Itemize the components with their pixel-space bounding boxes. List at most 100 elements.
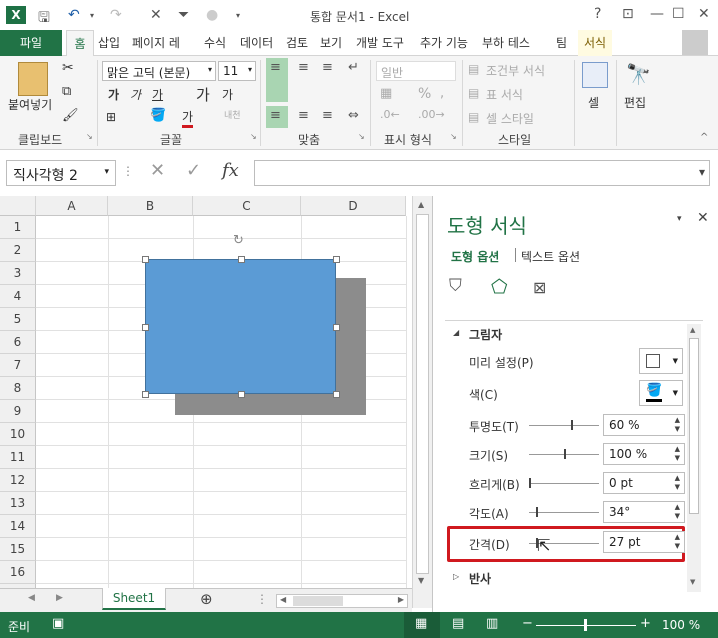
undo-icon[interactable]: ↶ — [68, 7, 80, 23]
number-format-select[interactable]: 일반 — [376, 61, 456, 81]
next-sheet-icon[interactable]: ▶ — [56, 593, 63, 603]
tab-text-options[interactable]: 텍스트 옵션 — [521, 248, 580, 265]
shrink-font-button[interactable]: 가 — [222, 86, 233, 103]
select-all-corner[interactable] — [0, 196, 36, 216]
editing-button[interactable]: 편집 — [624, 94, 646, 111]
size-thumb[interactable] — [564, 449, 566, 459]
resize-handle[interactable] — [142, 323, 149, 331]
row-header[interactable]: 3 — [0, 262, 36, 285]
formula-input[interactable]: ▾ — [254, 160, 710, 186]
tab-file[interactable]: 파일 — [0, 30, 62, 56]
tab-splitter-icon[interactable]: ⋮ — [256, 592, 268, 606]
cell-style-button[interactable]: 셀 스타일 — [486, 110, 534, 127]
underline-button[interactable]: 가 — [152, 86, 163, 103]
enter-button[interactable]: ✓ — [186, 160, 201, 181]
bold-button[interactable]: 가 — [108, 86, 119, 103]
fill-color-icon[interactable]: 🪣 — [150, 108, 166, 123]
phonetic-button[interactable]: 내천 — [224, 108, 241, 121]
resize-handle[interactable] — [142, 256, 149, 263]
tab-insert[interactable]: 삽입 — [98, 34, 120, 51]
blur-input[interactable]: 0 pt ▲ ▼ — [603, 472, 685, 494]
scroll-right-icon[interactable]: ▶ — [398, 595, 404, 604]
table-format-button[interactable]: 표 서식 — [486, 86, 523, 103]
tab-page-layout[interactable]: 페이지 레 — [132, 34, 180, 51]
resize-handle[interactable] — [333, 323, 340, 331]
tab-home[interactable]: 홈 — [66, 30, 94, 57]
row-header[interactable]: 9 — [0, 400, 36, 423]
section-reflect[interactable]: 반사 — [469, 570, 491, 587]
hscroll-thumb[interactable] — [293, 596, 343, 606]
tab-developer[interactable]: 개발 도구 — [356, 34, 404, 51]
currency-icon[interactable]: ▦ — [380, 86, 392, 101]
scroll-down-icon[interactable]: ▼ — [418, 576, 424, 585]
tab-team[interactable]: 팀 — [556, 34, 567, 51]
section-shadow[interactable]: 그림자 — [469, 326, 502, 343]
cut-icon[interactable]: ✂ — [62, 60, 74, 76]
merge-icon[interactable]: ⇔ — [348, 108, 359, 123]
scroll-thumb[interactable] — [416, 214, 429, 574]
row-header[interactable]: 13 — [0, 492, 36, 515]
circle-icon[interactable]: ● — [206, 7, 218, 23]
number-launcher-icon[interactable]: ↘ — [450, 132, 457, 141]
row-header[interactable]: 7 — [0, 354, 36, 377]
decrease-decimal-icon[interactable]: .00→ — [418, 108, 445, 121]
help-button[interactable]: ? — [594, 6, 601, 22]
presets-dropdown[interactable]: ▼ — [639, 348, 683, 374]
tab-load-test[interactable]: 부하 테스 — [482, 34, 530, 51]
zoom-in-button[interactable]: + — [640, 616, 651, 631]
worksheet-grid[interactable]: A B C D 1234567891011121314151617 ↻ — [0, 196, 412, 588]
rectangle-shape[interactable] — [145, 259, 336, 394]
row-header[interactable]: 2 — [0, 239, 36, 262]
horizontal-scrollbar[interactable]: ◀ ▶ — [276, 594, 408, 608]
customize-qat-icon[interactable]: ▾ — [236, 11, 240, 20]
resize-handle[interactable] — [142, 391, 149, 398]
prev-sheet-icon[interactable]: ◀ — [28, 593, 35, 603]
column-header[interactable]: C — [193, 196, 301, 216]
filter-icon[interactable]: ⏷ — [178, 7, 189, 23]
zoom-level[interactable]: 100 % — [662, 618, 700, 632]
vertical-scrollbar[interactable]: ▲ ▼ — [412, 196, 432, 608]
delete-icon[interactable]: ✕ — [150, 7, 162, 23]
conditional-format-button[interactable]: 조건부 서식 — [486, 62, 545, 79]
align-middle-icon[interactable]: ≡ — [298, 60, 309, 75]
tab-view[interactable]: 보기 — [320, 34, 342, 51]
column-header[interactable]: D — [301, 196, 406, 216]
undo-dropdown-icon[interactable]: ▾ — [90, 11, 94, 20]
minimize-button[interactable]: — — [650, 6, 664, 22]
row-header[interactable]: 6 — [0, 331, 36, 354]
angle-thumb[interactable] — [536, 507, 538, 517]
row-header[interactable]: 12 — [0, 469, 36, 492]
collapse-shadow-icon[interactable]: ◢ — [453, 328, 459, 337]
expand-reflect-icon[interactable]: ▷ — [453, 572, 459, 581]
row-header[interactable]: 1 — [0, 216, 36, 239]
tab-shape-options[interactable]: 도형 옵션 — [451, 248, 499, 265]
paste-icon[interactable] — [18, 62, 48, 96]
pane-scroll-down-icon[interactable]: ▼ — [690, 578, 695, 586]
row-header[interactable]: 10 — [0, 423, 36, 446]
resize-handle[interactable] — [333, 256, 340, 263]
pane-close-button[interactable]: ✕ — [697, 210, 709, 226]
ribbon-options-icon[interactable]: ⊡ — [622, 6, 634, 22]
percent-button[interactable]: % — [418, 86, 431, 102]
pane-scroll-thumb[interactable] — [689, 338, 699, 514]
new-sheet-icon[interactable]: ⊕ — [200, 590, 213, 608]
conditional-format-icon[interactable]: ▤ — [468, 62, 479, 76]
transparency-input[interactable]: 60 % ▲ ▼ — [603, 414, 685, 436]
italic-button[interactable]: 가 — [130, 86, 141, 103]
effects-icon[interactable]: ⬠ — [491, 276, 508, 298]
redo-icon[interactable]: ↷ — [110, 7, 122, 23]
increase-decimal-icon[interactable]: .0← — [380, 108, 400, 121]
insert-function-button[interactable]: fx — [222, 160, 239, 181]
scroll-left-icon[interactable]: ◀ — [280, 595, 286, 604]
tab-format[interactable]: 서식 — [578, 30, 612, 56]
row-header[interactable]: 14 — [0, 515, 36, 538]
distance-input[interactable]: 27 pt ▲ ▼ — [603, 531, 685, 553]
align-right-icon[interactable]: ≡ — [322, 108, 333, 123]
font-name-select[interactable]: 맑은 고딕 (본문) ▾ — [102, 61, 216, 81]
avatar[interactable] — [682, 30, 708, 55]
pane-scroll-up-icon[interactable]: ▲ — [690, 326, 695, 334]
align-launcher-icon[interactable]: ↘ — [358, 132, 365, 141]
zoom-out-button[interactable]: − — [522, 616, 533, 631]
comma-icon[interactable]: , — [440, 86, 444, 101]
blur-slider[interactable] — [529, 483, 599, 484]
